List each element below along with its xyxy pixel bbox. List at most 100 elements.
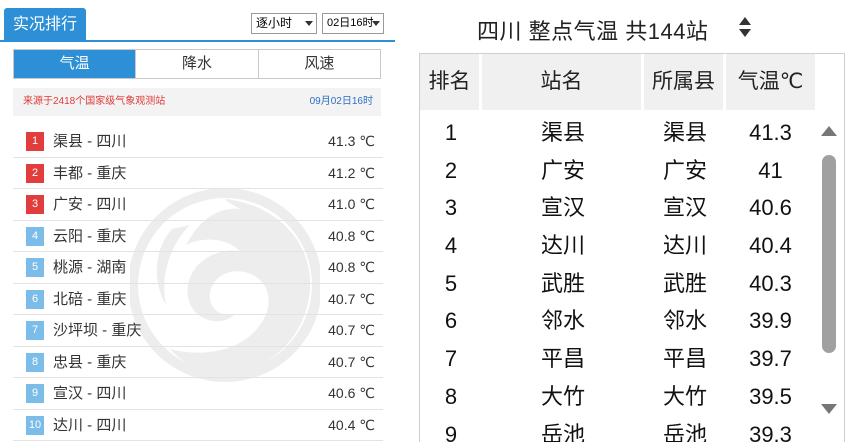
list-item[interactable]: 3 广安 - 四川 41.0 ℃	[13, 189, 383, 221]
time-select[interactable]: 02日16时	[322, 13, 384, 34]
period-select-value: 逐小时	[256, 16, 293, 30]
list-item[interactable]: 9 宣汉 - 四川 40.6 ℃	[13, 378, 383, 410]
cell-temperature: 39.5	[749, 383, 792, 409]
panel-header: 实况排行 逐小时 02日16时	[0, 0, 395, 42]
cell-rank: 4	[444, 233, 458, 259]
temperature-value: 40.7 ℃	[328, 353, 375, 370]
cell-temperature: 41	[758, 157, 783, 183]
cell-temperature: 39.9	[749, 308, 792, 334]
list-item[interactable]: 5 桃源 - 湖南 40.8 ℃	[13, 252, 383, 284]
column-header-county[interactable]: 所属县	[644, 54, 726, 110]
rank-badge: 2	[26, 163, 44, 183]
rank-badge: 5	[26, 258, 44, 277]
rank-badge: 7	[26, 321, 44, 340]
rank-badge: 4	[26, 226, 44, 246]
temperature-value: 40.7 ℃	[328, 290, 375, 307]
cell-county: 岳池	[662, 421, 707, 442]
temperature-value: 41.3 ℃	[328, 133, 375, 149]
cell-station: 岳池	[540, 421, 585, 442]
table-row[interactable]: 4 达川 达川 40.4	[420, 229, 815, 267]
table-row[interactable]: 6 邻水 邻水 39.9	[420, 304, 815, 342]
table-row[interactable]: 7 平昌 平昌 39.7	[420, 342, 815, 380]
temperature-value: 40.8 ℃	[328, 259, 375, 275]
cell-rank: 1	[444, 120, 458, 145]
list-item[interactable]: 1 渠县 - 四川 41.3 ℃	[13, 126, 383, 158]
station-name: 渠县 - 四川	[53, 133, 127, 150]
table-row[interactable]: 8 大竹 大竹 39.5	[420, 380, 815, 418]
station-name: 沙坪坝 - 重庆	[53, 322, 142, 339]
temperature-value: 41.2 ℃	[328, 164, 375, 181]
table-row[interactable]: 3 宣汉 宣汉 40.6	[420, 191, 815, 229]
station-name: 桃源 - 湖南	[53, 259, 127, 276]
ranking-list: 1 渠县 - 四川 41.3 ℃ 2 丰都 - 重庆 41.2 ℃ 3 广安 - 四川 41…	[13, 126, 383, 441]
list-item[interactable]: 2 丰都 - 重庆 41.2 ℃	[13, 158, 383, 189]
temperature-value: 40.8 ℃	[328, 227, 375, 244]
scroll-up-icon[interactable]	[821, 126, 837, 136]
time-select-value: 02日16时	[327, 17, 374, 29]
temperature-value: 41.0 ℃	[328, 196, 375, 212]
metric-tabs: 气温 降水 风速	[13, 49, 381, 79]
station-name: 丰都 - 重庆	[53, 164, 127, 182]
cell-station: 邻水	[540, 308, 585, 334]
cell-rank: 7	[444, 346, 458, 372]
station-name: 北碚 - 重庆	[53, 290, 127, 308]
cell-rank: 3	[444, 195, 458, 221]
list-item[interactable]: 6 北碚 - 重庆 40.7 ℃	[13, 284, 383, 315]
list-item[interactable]: 7 沙坪坝 - 重庆 40.7 ℃	[13, 315, 383, 347]
cell-county: 平昌	[662, 346, 707, 372]
cell-county: 邻水	[662, 308, 707, 334]
cell-county: 大竹	[662, 383, 707, 409]
column-header-temperature[interactable]: 气温℃	[726, 54, 815, 110]
table-row[interactable]: 1 渠县 渠县 41.3	[420, 116, 815, 154]
table-row[interactable]: 2 广安 广安 41	[420, 154, 815, 192]
rank-badge: 6	[26, 289, 44, 309]
cell-county: 广安	[662, 157, 707, 183]
cell-county: 武胜	[662, 270, 707, 296]
table-header: 排名 站名 所属县 气温℃	[420, 54, 844, 110]
cell-station: 广安	[540, 157, 585, 183]
rank-badge: 3	[26, 195, 44, 214]
cell-temperature: 40.6	[749, 195, 792, 221]
table-body: 1 渠县 渠县 41.3 2 广安 广安 41 3 宣汉 宣汉 40.6 4 达川 达川 40.4 5 武…	[420, 116, 815, 442]
rank-badge: 9	[26, 384, 44, 403]
station-name: 忠县 - 重庆	[53, 353, 127, 371]
rank-badge: 10	[26, 415, 44, 435]
source-text: 来源于2418个国家级气象观测站	[23, 96, 166, 107]
scrollbar-thumb[interactable]	[822, 155, 836, 353]
cell-temperature: 41.3	[749, 120, 792, 145]
tab-precipitation[interactable]: 降水	[135, 50, 258, 78]
list-item[interactable]: 10 达川 - 四川 40.4 ℃	[13, 410, 383, 441]
tab-wind-speed[interactable]: 风速	[257, 50, 380, 78]
cell-county: 渠县	[662, 120, 707, 145]
temperature-value: 40.4 ℃	[328, 416, 375, 433]
cell-county: 宣汉	[662, 195, 707, 221]
cell-rank: 5	[444, 270, 458, 296]
scroll-down-icon[interactable]	[821, 404, 837, 414]
chevron-down-icon	[305, 21, 313, 26]
table-row[interactable]: 9 岳池 岳池 39.3	[420, 418, 815, 442]
cell-station: 渠县	[540, 120, 585, 145]
panel-title-tab[interactable]: 实况排行	[4, 8, 86, 42]
list-item[interactable]: 4 云阳 - 重庆 40.8 ℃	[13, 221, 383, 252]
cell-rank: 2	[444, 157, 458, 183]
table-scrollbar[interactable]	[817, 116, 843, 416]
rank-badge: 8	[26, 352, 44, 372]
timestamp: 09月02日16时	[309, 96, 373, 107]
station-name: 达川 - 四川	[53, 416, 127, 434]
cell-county: 达川	[662, 233, 707, 259]
cell-rank: 8	[444, 383, 458, 409]
temperature-value: 40.6 ℃	[328, 385, 375, 401]
tab-temperature[interactable]: 气温	[14, 50, 136, 78]
column-header-rank[interactable]: 排名	[420, 54, 482, 110]
sort-icon[interactable]	[738, 16, 752, 38]
station-name: 宣汉 - 四川	[53, 385, 127, 402]
table-row[interactable]: 5 武胜 武胜 40.3	[420, 267, 815, 305]
column-header-station[interactable]: 站名	[482, 54, 644, 110]
cell-rank: 9	[444, 421, 458, 442]
cell-station: 达川	[540, 233, 585, 259]
period-select[interactable]: 逐小时	[251, 13, 317, 34]
cell-station: 平昌	[540, 346, 585, 372]
station-name: 云阳 - 重庆	[53, 227, 127, 245]
list-item[interactable]: 8 忠县 - 重庆 40.7 ℃	[13, 347, 383, 378]
ranking-panel: 实况排行 逐小时 02日16时 气温 降水 风速 来源于2418个国家级气象观测…	[0, 0, 400, 442]
